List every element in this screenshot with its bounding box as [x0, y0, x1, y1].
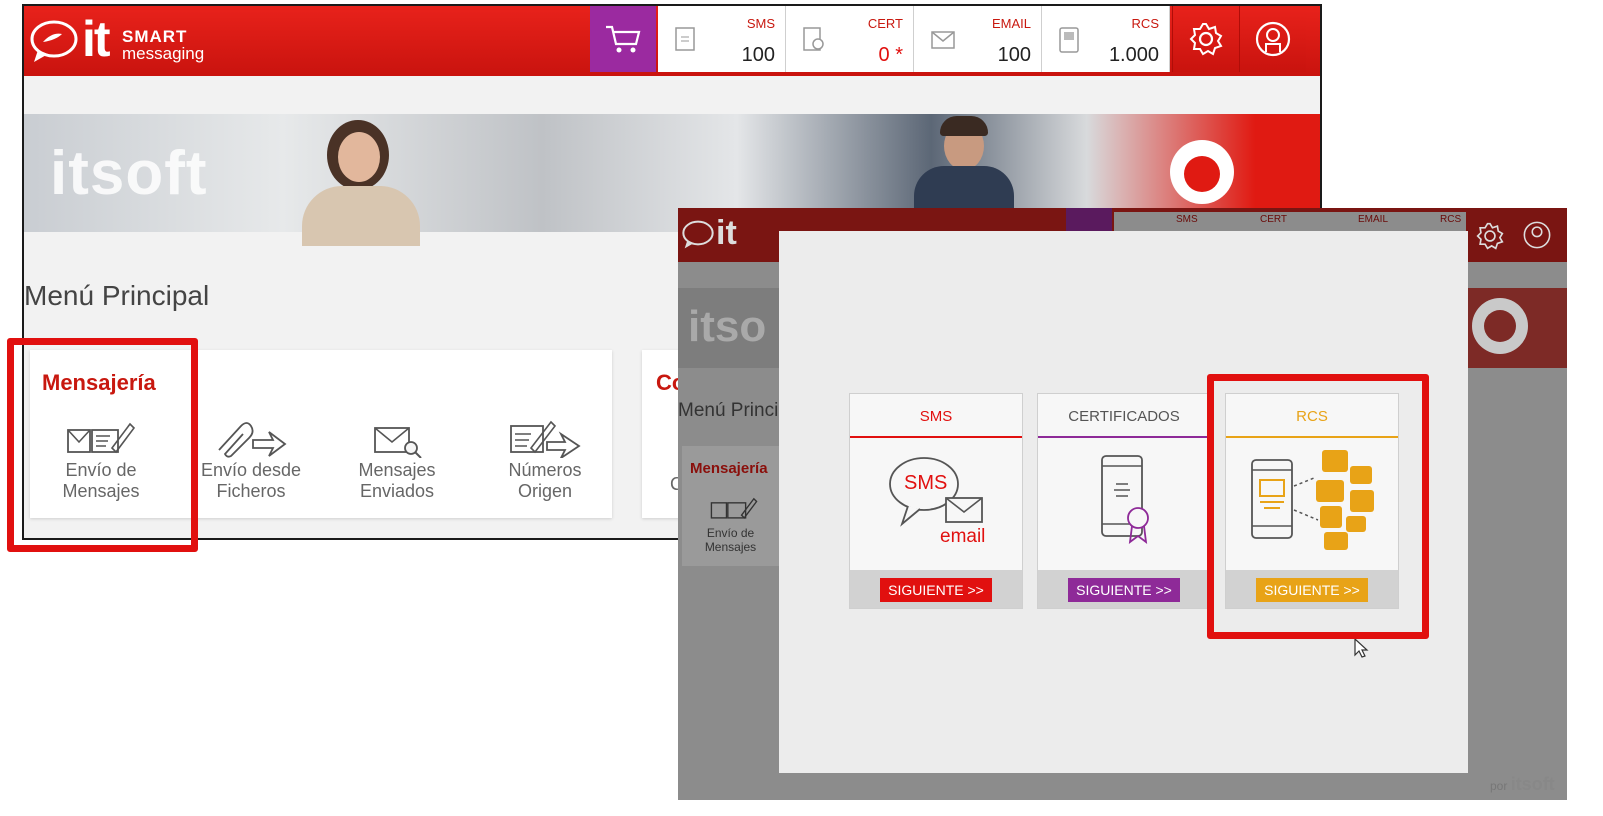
banner-brand: itsoft: [50, 139, 208, 208]
menu-item-origin-numbers-line1: Números: [508, 460, 582, 480]
option-certificados-title: CERTIFICADOS: [1068, 408, 1180, 425]
footer-brand-pre: por: [1490, 779, 1508, 793]
menu-item-origin-numbers[interactable]: Números Origen: [474, 420, 616, 502]
menu-item-origin-numbers-line2: Origen: [517, 481, 573, 501]
sms-email-icon: SMS email: [886, 454, 996, 554]
top-bar: it SMART messaging SMS 100 CERT 0 * EMAI…: [24, 6, 1320, 76]
app-logo[interactable]: [30, 20, 78, 69]
sms-next-button[interactable]: SIGUIENTE >>: [880, 578, 992, 602]
option-certificados-underline: [1038, 436, 1210, 438]
overlay-bg-item: Envío de Mensajes: [682, 526, 779, 554]
overlay-bg-item-line2: Mensajes: [704, 540, 757, 554]
vodafone-logo-icon: [1170, 140, 1234, 204]
menu-item-sent-messages-line2: Enviados: [359, 481, 435, 501]
overlay-bg-brand: itso: [688, 302, 767, 351]
option-certificados-footer: SIGUIENTE >>: [1038, 570, 1210, 608]
option-sms-footer: SIGUIENTE >>: [850, 570, 1022, 608]
banner-photo-woman: [282, 114, 442, 246]
device-icon: [1059, 27, 1079, 53]
speech-bubble-logo-icon: [682, 220, 714, 249]
mouse-cursor-icon: [1354, 637, 1369, 658]
overlay-counter-rcs: RCS: [1440, 214, 1462, 225]
phone-certificate-icon: [1101, 455, 1149, 544]
menu-item-sent-messages-line1: Mensajes: [358, 460, 436, 480]
overlay-bg-banner-right: [1468, 288, 1567, 368]
highlight-send-messages: [7, 338, 198, 552]
gear-icon: [1189, 23, 1223, 56]
option-certificados[interactable]: CERTIFICADOS SIGUIENTE >>: [1037, 393, 1211, 609]
rcs-counter[interactable]: RCS 1.000: [1042, 6, 1170, 72]
sms-counter[interactable]: SMS 100: [658, 6, 786, 72]
footer-brand-name: itsoft: [1510, 774, 1555, 794]
compose-message-icon: [710, 497, 758, 519]
user-icon: [1523, 221, 1551, 249]
logo-messaging-text: messaging: [122, 44, 205, 63]
overlay-bg-title: Menú Princi: [678, 400, 779, 421]
cert-counter-value: 0 *: [878, 44, 903, 66]
highlight-rcs-option: [1207, 374, 1429, 639]
envelope-search-icon: [374, 427, 422, 458]
overlay-bg-card: Mensajería Envío de Mensajes: [682, 446, 779, 566]
footer-brand: por itsoft: [1490, 774, 1555, 795]
overlay-window: it SMS CERT EMAIL RCS itso Menú Princi M…: [678, 208, 1567, 800]
cert-counter[interactable]: CERT 0 *: [786, 6, 914, 72]
email-art-text: email: [940, 526, 986, 547]
envelope-icon: [931, 31, 955, 49]
overlay-counter-sms: SMS: [1176, 214, 1198, 225]
speech-bubble-logo-icon: [30, 20, 78, 62]
email-counter-value: 100: [997, 44, 1031, 66]
sms-counter-label: SMS: [746, 16, 775, 31]
document-icon: [675, 27, 695, 51]
gear-icon: [1476, 222, 1504, 250]
edit-forward-icon: [510, 420, 581, 458]
cart-icon: [606, 25, 641, 53]
page-title: Menú Principal: [24, 280, 210, 311]
user-button[interactable]: [1239, 6, 1306, 72]
overlay-bg-card-title: Mensajería: [690, 460, 768, 477]
rcs-counter-value: 1.000: [1108, 44, 1159, 66]
menu-item-sent-messages[interactable]: Mensajes Enviados: [326, 420, 468, 502]
certificate-icon: [803, 27, 824, 51]
certificados-next-button[interactable]: SIGUIENTE >>: [1068, 578, 1180, 602]
menu-item-send-from-files[interactable]: Envío desde Ficheros: [180, 420, 322, 502]
vodafone-logo-icon: [1472, 298, 1528, 354]
paperclip-arrow-icon: [218, 422, 287, 458]
option-sms-title: SMS: [919, 408, 953, 425]
overlay-counter-email: EMAIL: [1358, 214, 1389, 225]
logo-smart-text: SMART: [122, 27, 188, 46]
option-sms[interactable]: SMS SMS email SIGUIENTE >>: [849, 393, 1023, 609]
email-counter[interactable]: EMAIL 100: [914, 6, 1042, 72]
overlay-bg-item-line1: Envío de: [706, 526, 755, 540]
menu-item-send-from-files-line2: Ficheros: [216, 481, 286, 501]
overlay-logo-it: it: [716, 214, 737, 252]
option-sms-underline: [850, 436, 1022, 438]
rcs-counter-label: RCS: [1131, 16, 1159, 31]
menu-item-send-from-files-line1: Envío desde: [200, 460, 302, 480]
settings-button[interactable]: [1172, 6, 1239, 72]
overlay-bg-banner: itso: [678, 288, 779, 368]
sms-counter-value: 100: [741, 44, 775, 66]
sms-art-text: SMS: [904, 472, 948, 494]
logo-it-text: it: [82, 11, 111, 67]
user-icon: [1255, 21, 1291, 57]
cert-counter-label: CERT: [867, 16, 903, 31]
overlay-counter-cert: CERT: [1260, 214, 1288, 225]
cart-button[interactable]: [590, 6, 656, 72]
email-counter-label: EMAIL: [991, 16, 1031, 31]
